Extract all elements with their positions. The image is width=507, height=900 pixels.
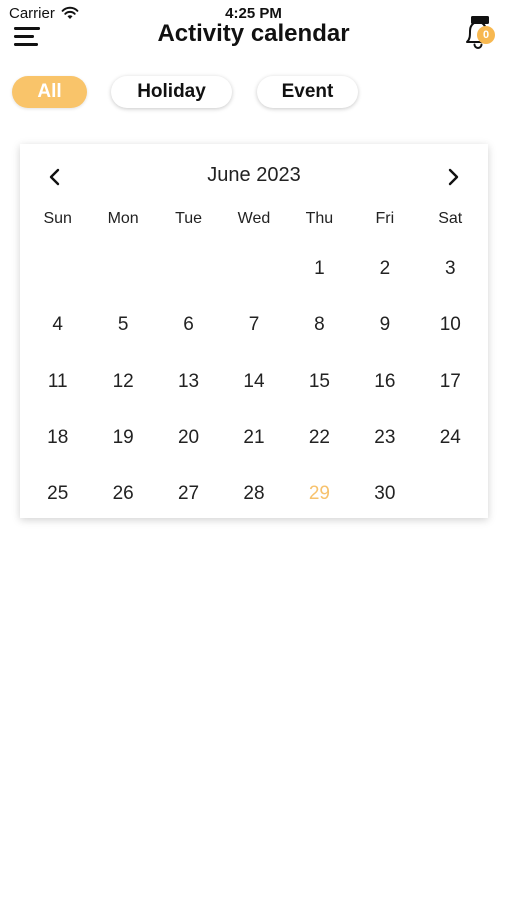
notification-button[interactable]: 0: [460, 14, 500, 52]
day-cell[interactable]: 17: [418, 354, 483, 410]
day-cell[interactable]: 8: [287, 297, 352, 353]
filter-tabs: All Holiday Event: [0, 76, 507, 110]
notification-badge: 0: [477, 26, 495, 44]
day-cell[interactable]: 2: [352, 241, 417, 297]
day-cell[interactable]: 4: [25, 297, 90, 353]
day-cell[interactable]: 14: [221, 354, 286, 410]
day-cell[interactable]: 9: [352, 297, 417, 353]
day-cell[interactable]: 21: [221, 410, 286, 466]
filter-all-button[interactable]: All: [12, 76, 87, 108]
day-cell[interactable]: 1: [287, 241, 352, 297]
empty-day-cell: [221, 241, 286, 297]
filter-event-button[interactable]: Event: [257, 76, 358, 108]
weekday-label: Tue: [175, 210, 203, 227]
day-cell[interactable]: 7: [221, 297, 286, 353]
day-cell[interactable]: 27: [156, 466, 221, 522]
day-cell[interactable]: 26: [90, 466, 155, 522]
day-cell[interactable]: 22: [287, 410, 352, 466]
day-cell[interactable]: 25: [25, 466, 90, 522]
weekday-label: Wed: [237, 210, 271, 227]
filter-holiday-button[interactable]: Holiday: [111, 76, 232, 108]
weekday-label: Sun: [43, 210, 72, 227]
day-cell[interactable]: 6: [156, 297, 221, 353]
day-cell[interactable]: 19: [90, 410, 155, 466]
day-cell[interactable]: 13: [156, 354, 221, 410]
empty-day-cell: [90, 241, 155, 297]
day-cell[interactable]: 23: [352, 410, 417, 466]
day-cell[interactable]: 11: [25, 354, 90, 410]
weekday-label: Thu: [305, 210, 334, 227]
days-grid: 1 2 3 4 5 6 7 8 9 10 11 12 13 14 15 16 17 18 19 20 21 22 23 24 2…: [25, 241, 483, 522]
day-cell[interactable]: 16: [352, 354, 417, 410]
day-cell[interactable]: 10: [418, 297, 483, 353]
chevron-right-icon[interactable]: [444, 166, 462, 188]
day-cell[interactable]: 3: [418, 241, 483, 297]
today-day-cell[interactable]: 29: [287, 466, 352, 522]
month-label: June 2023: [207, 164, 301, 186]
day-cell[interactable]: 12: [90, 354, 155, 410]
empty-day-cell: [156, 241, 221, 297]
weekday-header: Sun Mon Tue Wed Thu Fri Sat: [25, 210, 483, 228]
weekday-label: Fri: [375, 210, 395, 227]
weekday-label: Mon: [107, 210, 139, 227]
day-cell[interactable]: 24: [418, 410, 483, 466]
calendar-card: June 2023 Sun Mon Tue Wed Thu Fri Sat 12…: [20, 144, 488, 518]
weekday-label: Sat: [438, 210, 463, 227]
page-title: Activity calendar: [157, 20, 350, 47]
day-cell[interactable]: 28: [221, 466, 286, 522]
day-cell[interactable]: 15: [287, 354, 352, 410]
day-cell[interactable]: 18: [25, 410, 90, 466]
day-cell[interactable]: 5: [90, 297, 155, 353]
day-cell[interactable]: 30: [352, 466, 417, 522]
day-cell[interactable]: 20: [156, 410, 221, 466]
empty-day-cell: [25, 241, 90, 297]
